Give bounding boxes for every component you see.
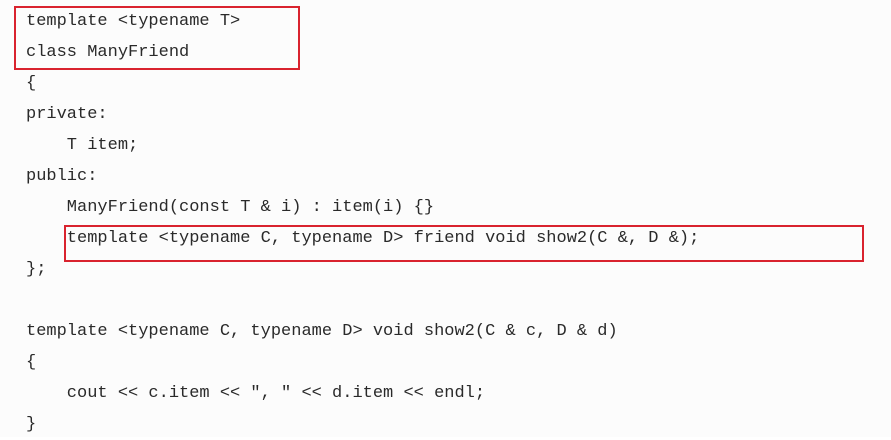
code-line-3: { bbox=[26, 74, 37, 93]
code-line-12: { bbox=[26, 353, 37, 372]
code-line-4: private: bbox=[26, 105, 108, 124]
code-line-13: cout << c.item << ", " << d.item << endl… bbox=[26, 384, 486, 403]
code-line-14: } bbox=[26, 415, 37, 434]
code-line-6: public: bbox=[26, 167, 98, 186]
code-line-11: template <typename C, typename D> void s… bbox=[26, 322, 618, 341]
code-line-7: ManyFriend(const T & i) : item(i) {} bbox=[26, 198, 435, 217]
highlight-box-friend-declaration bbox=[64, 225, 864, 262]
document-page: template <typename T> class ManyFriend {… bbox=[0, 0, 891, 437]
code-line-5: T item; bbox=[26, 136, 139, 155]
highlight-box-template-declaration bbox=[14, 6, 300, 70]
code-listing: template <typename T> class ManyFriend {… bbox=[26, 6, 699, 440]
